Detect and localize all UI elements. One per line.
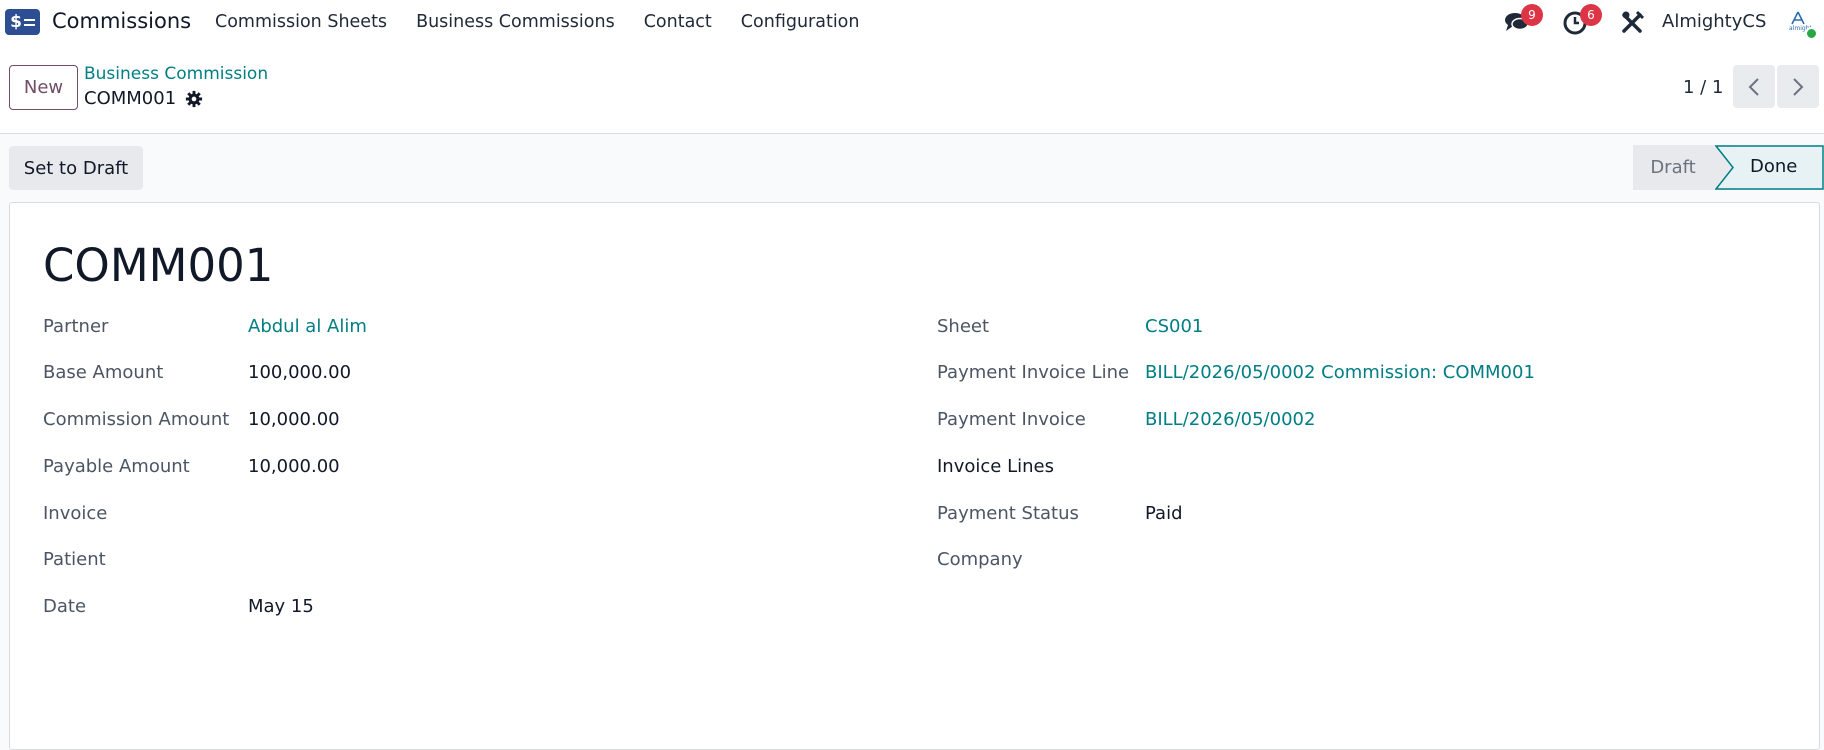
base-amount-field[interactable]: 100,000.00: [248, 362, 351, 383]
menu-business-commissions[interactable]: Business Commissions: [416, 12, 615, 32]
activities-button[interactable]: 6: [1562, 4, 1602, 36]
activities-badge: 6: [1580, 4, 1602, 26]
commission-amount-field[interactable]: 10,000.00: [248, 409, 340, 430]
tools-icon: [1622, 10, 1645, 33]
payment-invoice-label: Payment Invoice: [937, 409, 1086, 430]
commission-amount-label: Commission Amount: [43, 409, 230, 430]
date-field[interactable]: May 15: [248, 596, 314, 617]
patient-label: Patient: [43, 549, 106, 570]
payment-invoice-line-field[interactable]: BILL/2026/05/0002 Commission: COMM001: [1145, 362, 1535, 383]
top-navbar: $ Commissions Commission Sheets Business…: [0, 0, 1824, 44]
invoice-lines-label: Invoice Lines: [937, 456, 1054, 477]
set-to-draft-button[interactable]: Set to Draft: [9, 146, 143, 190]
date-label: Date: [43, 596, 87, 617]
sheet-label: Sheet: [937, 316, 990, 337]
breadcrumb-current-record: COMM001: [84, 88, 177, 109]
app-name[interactable]: Commissions: [52, 9, 191, 33]
chevron-left-icon: [1748, 77, 1759, 96]
control-panel: New Business Commission COMM001 1 / 1: [0, 44, 1824, 134]
pager-previous-button[interactable]: [1733, 65, 1775, 108]
record-title[interactable]: COMM001: [43, 239, 273, 292]
payment-status-field[interactable]: Paid: [1145, 503, 1183, 524]
stage-done[interactable]: Done: [1750, 156, 1797, 177]
pager-next-button[interactable]: [1777, 65, 1819, 108]
company-label: Company: [937, 549, 1023, 570]
messages-badge: 9: [1521, 4, 1543, 26]
sheet-field[interactable]: CS001: [1145, 316, 1203, 337]
menu-commission-sheets[interactable]: Commission Sheets: [215, 12, 387, 32]
payment-invoice-line-label: Payment Invoice Line: [937, 362, 1130, 383]
messages-button[interactable]: 9: [1503, 4, 1543, 36]
payable-amount-label: Payable Amount: [43, 456, 190, 477]
base-amount-label: Base Amount: [43, 362, 164, 383]
commissions-app-icon[interactable]: $: [5, 9, 40, 35]
partner-label: Partner: [43, 316, 109, 337]
pager-value[interactable]: 1 / 1: [1683, 77, 1723, 98]
partner-field[interactable]: Abdul al Alim: [248, 316, 367, 337]
online-status-dot: [1805, 27, 1818, 40]
user-avatar[interactable]: almighty: [1785, 9, 1818, 40]
user-name[interactable]: AlmightyCS: [1662, 11, 1766, 32]
new-button[interactable]: New: [9, 65, 78, 110]
payment-invoice-field[interactable]: BILL/2026/05/0002: [1145, 409, 1315, 430]
gear-icon[interactable]: [185, 90, 203, 108]
form-sheet: COMM001 Partner Abdul al Alim Base Amoun…: [9, 202, 1820, 750]
invoice-label: Invoice: [43, 503, 108, 524]
payment-status-label: Payment Status: [937, 503, 1079, 524]
payable-amount-field[interactable]: 10,000.00: [248, 456, 340, 477]
menu-configuration[interactable]: Configuration: [741, 12, 860, 32]
menu-contact[interactable]: Contact: [644, 12, 712, 32]
chevron-right-icon: [1793, 77, 1804, 96]
breadcrumb-business-commission[interactable]: Business Commission: [84, 64, 268, 84]
debug-tools-button[interactable]: [1620, 9, 1648, 37]
main-menu: Commission Sheets Business Commissions C…: [215, 12, 859, 32]
